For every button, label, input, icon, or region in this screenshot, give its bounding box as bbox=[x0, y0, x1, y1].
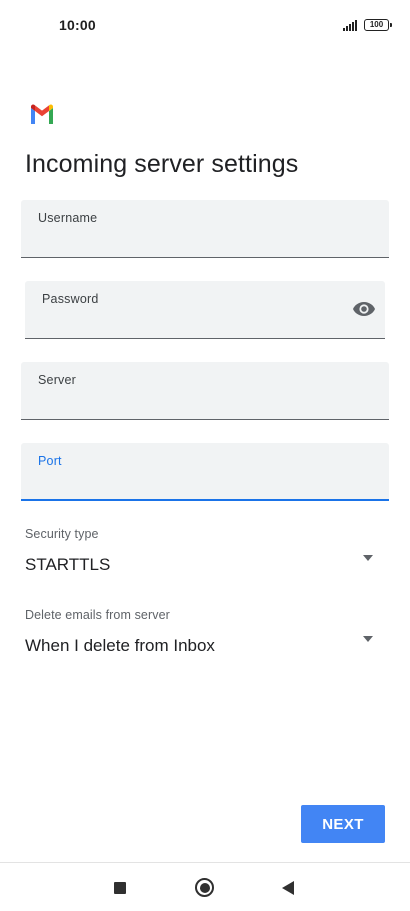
status-time: 10:00 bbox=[59, 17, 96, 33]
password-field[interactable]: Password bbox=[25, 281, 385, 339]
username-field[interactable]: Username bbox=[21, 200, 389, 258]
navigation-bar bbox=[0, 862, 410, 911]
recent-apps-icon[interactable] bbox=[114, 882, 126, 894]
status-bar: 10:00 100 bbox=[0, 0, 410, 50]
security-type-caption: Security type bbox=[25, 527, 99, 541]
battery-icon: 100 bbox=[364, 19, 392, 31]
signal-icon bbox=[343, 20, 357, 31]
port-label: Port bbox=[38, 454, 62, 468]
security-type-value: STARTTLS bbox=[25, 555, 111, 574]
password-label: Password bbox=[42, 292, 99, 306]
gmail-logo-icon bbox=[31, 104, 53, 124]
port-field[interactable]: Port bbox=[21, 443, 389, 501]
delete-emails-select[interactable]: Delete emails from server When I delete … bbox=[25, 608, 385, 658]
server-label: Server bbox=[38, 373, 77, 387]
username-label: Username bbox=[38, 211, 98, 225]
server-field[interactable]: Server bbox=[21, 362, 389, 420]
home-icon[interactable] bbox=[195, 878, 214, 897]
delete-emails-value: When I delete from Inbox bbox=[25, 636, 215, 655]
delete-emails-caption: Delete emails from server bbox=[25, 608, 170, 622]
back-icon[interactable] bbox=[282, 881, 294, 895]
next-button[interactable]: NEXT bbox=[301, 805, 385, 843]
page-title: Incoming server settings bbox=[25, 150, 299, 178]
eye-icon[interactable] bbox=[352, 301, 376, 317]
dropdown-arrow-icon bbox=[363, 555, 373, 561]
battery-level: 100 bbox=[369, 20, 384, 29]
dropdown-arrow-icon bbox=[363, 636, 373, 642]
security-type-select[interactable]: Security type STARTTLS bbox=[25, 527, 385, 577]
